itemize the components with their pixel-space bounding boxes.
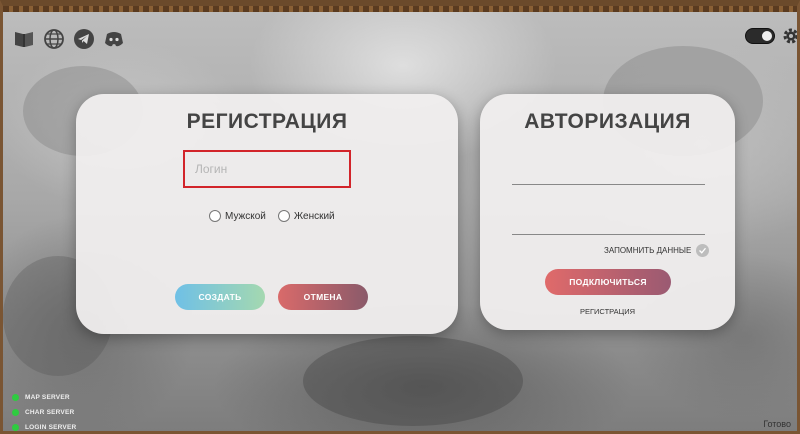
login-input[interactable] [183,150,351,188]
window-top-border [3,6,797,12]
gender-female-label: Женский [293,210,335,222]
username-field-underline[interactable] [512,184,705,185]
gender-male-label: Мужской [225,210,266,222]
discord-icon[interactable] [103,28,125,50]
authorization-title: АВТОРИЗАЦИЯ [524,110,691,133]
server-status-row: CHAR SERVER [12,405,76,420]
status-dot-icon [12,394,19,401]
telegram-icon[interactable] [73,28,95,50]
toggle-knob [762,31,772,41]
registration-panel: РЕГИСТРАЦИЯ Мужской Женский СОЗДАТЬ ОТМЕ… [76,94,458,334]
registration-title: РЕГИСТРАЦИЯ [186,110,348,133]
theme-toggle[interactable] [745,28,775,44]
server-label: LOGIN SERVER [25,424,77,431]
connect-button[interactable]: ПОДКЛЮЧИТЬСЯ [545,269,671,295]
gender-male-option[interactable]: Мужской [209,210,266,222]
remember-me-toggle[interactable]: ЗАПОМНИТЬ ДАННЫЕ [604,244,710,257]
gear-icon[interactable] [781,26,797,46]
status-dot-icon [12,424,19,431]
password-field-underline[interactable] [512,234,705,235]
register-link[interactable]: РЕГИСТРАЦИЯ [480,307,735,316]
gender-selector: Мужской Женский [209,210,335,222]
background-foliage [303,336,523,426]
launcher-window: РЕГИСТРАЦИЯ Мужской Женский СОЗДАТЬ ОТМЕ… [0,0,800,434]
radio-female[interactable] [277,210,290,222]
server-label: MAP SERVER [25,394,70,401]
create-button[interactable]: СОЗДАТЬ [175,284,265,310]
radio-male[interactable] [209,210,221,222]
status-dot-icon [12,409,19,416]
server-status-list: MAP SERVER CHAR SERVER LOGIN SERVER [12,390,77,431]
server-status-row: MAP SERVER [12,390,76,405]
gender-female-option[interactable]: Женский [277,210,335,222]
cancel-button[interactable]: ОТМЕНА [278,284,368,310]
book-icon[interactable] [13,28,35,50]
server-label: CHAR SERVER [25,409,75,416]
globe-icon[interactable] [43,28,65,50]
status-text: Готово [763,419,791,429]
checkmark-icon[interactable] [696,244,710,257]
server-status-row: LOGIN SERVER [12,420,77,431]
remember-label: ЗАПОМНИТЬ ДАННЫЕ [604,246,692,255]
social-toolbar [13,28,125,50]
authorization-panel: АВТОРИЗАЦИЯ ЗАПОМНИТЬ ДАННЫЕ ПОДКЛЮЧИТЬС… [480,94,735,330]
